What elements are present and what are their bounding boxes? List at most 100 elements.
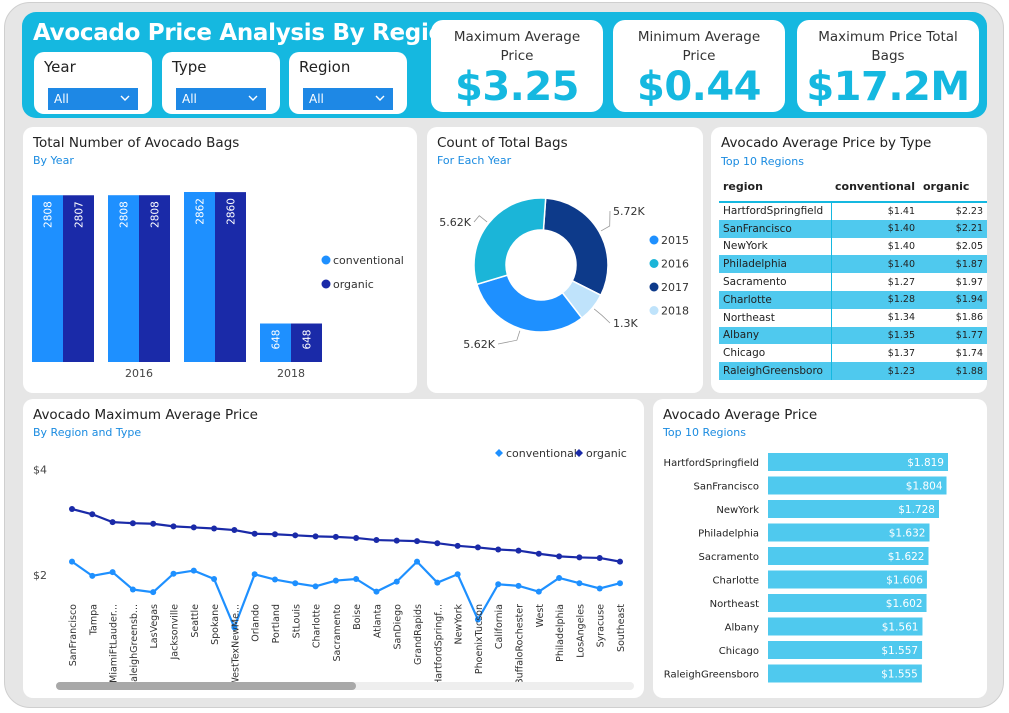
donut-leader-line xyxy=(473,215,488,223)
region-dropdown-value: All xyxy=(309,92,324,106)
category-label: RaleighGreensboro xyxy=(664,670,759,681)
region-cell: SanFrancisco xyxy=(719,219,832,238)
x-tick-label: NewYork xyxy=(454,604,465,645)
legend-marker xyxy=(649,259,659,268)
year-slicer-label: Year xyxy=(44,58,76,76)
bar-value-label: $1.819 xyxy=(907,457,944,469)
year-dropdown[interactable]: All xyxy=(48,88,138,110)
data-point-organic xyxy=(69,506,75,512)
data-point-conventional xyxy=(353,576,360,582)
bar-value-label: 2808 xyxy=(150,201,162,228)
data-point-organic xyxy=(454,542,461,549)
data-point-organic xyxy=(535,550,542,557)
data-point-conventional xyxy=(69,558,75,565)
conventional-cell: $1.27 xyxy=(887,276,915,288)
x-tick-label: Philadelphia xyxy=(555,604,566,662)
data-point-conventional xyxy=(170,570,177,577)
data-point-organic xyxy=(495,546,502,553)
region-slicer: Region All xyxy=(289,52,407,114)
legend-label: conventional xyxy=(506,447,577,460)
region-cell: Albany xyxy=(719,326,832,345)
chevron-down-icon xyxy=(248,95,258,101)
data-point-organic xyxy=(190,524,197,531)
table-row[interactable]: Northeast $1.34 $1.86 xyxy=(719,308,987,327)
type-dropdown[interactable]: All xyxy=(176,88,266,110)
donut-slice-2016 xyxy=(473,197,547,286)
table-row[interactable]: SanFrancisco $1.40 $2.21 xyxy=(719,219,987,238)
data-point-organic xyxy=(596,554,603,561)
bar-value-label: $1.561 xyxy=(882,622,919,634)
bar-value-label: $1.606 xyxy=(886,575,923,587)
data-point-organic xyxy=(251,530,258,537)
table-row[interactable]: NewYork $1.40 $2.05 xyxy=(719,237,987,256)
bar-value-label: 2862 xyxy=(195,198,207,225)
x-tick-label: Boise xyxy=(352,604,363,630)
data-point-organic xyxy=(474,544,481,551)
avg-price-hbar-chart: HartfordSpringfield $1.819 SanFrancisco $1.… xyxy=(664,453,948,683)
x-tick-label: Syracuse xyxy=(596,604,607,648)
table-row[interactable]: Chicago $1.37 $1.74 xyxy=(719,344,987,363)
data-point-organic xyxy=(515,547,522,554)
kpi-max-total-bags: Maximum Price Total Bags $17.2M xyxy=(797,20,979,112)
x-tick-label: Jacksonville xyxy=(169,604,180,661)
x-tick-label: SanDiego xyxy=(393,604,404,650)
region-cell: Chicago xyxy=(719,344,832,363)
conventional-cell: $1.35 xyxy=(831,326,919,345)
chart-subtitle: Top 10 Regions xyxy=(721,155,804,168)
bar-value-label: $1.557 xyxy=(881,645,918,657)
organic-cell: $2.05 xyxy=(955,240,983,252)
data-point-conventional xyxy=(434,579,441,586)
legend-label: 2018 xyxy=(661,305,689,318)
category-label: HartfordSpringfield xyxy=(664,458,759,469)
organic-cell: $1.77 xyxy=(919,326,987,345)
table-row[interactable]: HartfordSpringfield $1.41 $2.23 xyxy=(719,202,987,220)
data-point-organic xyxy=(617,558,623,565)
table-row[interactable]: Philadelphia $1.40 $1.87 xyxy=(719,255,987,274)
data-point-conventional xyxy=(129,586,136,593)
table-row[interactable]: Charlotte $1.28 $1.94 xyxy=(719,290,987,309)
conventional-cell: $1.28 xyxy=(831,290,919,309)
x-tick-label: RaleighGreensb... xyxy=(129,604,140,688)
data-point-organic xyxy=(393,537,400,544)
x-tick-label: West xyxy=(535,604,546,628)
donut-data-label: 5.72K xyxy=(613,205,645,218)
x-tick-label: California xyxy=(494,604,505,649)
data-point-conventional xyxy=(414,558,421,565)
panel-avg-price-region: Avocado Average Price Top 10 Regions Har… xyxy=(653,399,987,698)
region-cell: NewYork xyxy=(719,237,832,256)
x-tick-label: Atlanta xyxy=(372,604,383,638)
x-tick-label: Orlando xyxy=(251,604,262,642)
region-cell: RaleighGreensboro xyxy=(719,362,832,380)
table-row[interactable]: Sacramento $1.27 $1.97 xyxy=(719,273,987,291)
column-header[interactable]: region xyxy=(719,172,831,203)
scrollbar-thumb[interactable] xyxy=(56,682,356,690)
donut-leader-line xyxy=(600,210,611,232)
data-point-organic xyxy=(150,520,157,527)
data-point-organic xyxy=(353,534,360,541)
column-header[interactable]: organic xyxy=(919,172,987,203)
data-point-organic xyxy=(312,533,319,540)
chart-title: Avocado Average Price by Type xyxy=(721,135,932,151)
data-point-conventional xyxy=(617,580,623,587)
data-point-organic xyxy=(109,519,116,526)
table-row[interactable]: RaleighGreensboro $1.23 $1.88 xyxy=(719,362,987,380)
bar-value-label: 648 xyxy=(302,330,314,350)
column-header[interactable]: conventional xyxy=(831,172,919,203)
x-tick-label: WestTexNewMe... xyxy=(230,604,241,687)
kpi-label: Maximum Price Total Bags xyxy=(818,29,958,64)
kpi-value: $17.2M xyxy=(806,64,970,110)
x-tick-label: HartfordSpringf... xyxy=(433,604,444,686)
region-cell: Northeast xyxy=(719,308,832,327)
bags-bar-chart: 2808 2807 2808 2808 2016 2862 2860 648 648 2018 co… xyxy=(32,192,404,380)
kpi-max-avg-price: Maximum Average Price $3.25 xyxy=(431,20,603,112)
data-point-conventional xyxy=(373,588,380,595)
type-dropdown-value: All xyxy=(182,92,197,106)
table-row[interactable]: Albany $1.35 $1.77 xyxy=(719,326,987,345)
x-tick-label: SanFrancisco xyxy=(68,604,79,666)
region-dropdown[interactable]: All xyxy=(303,88,393,110)
horizontal-scrollbar[interactable] xyxy=(56,682,634,690)
data-point-organic xyxy=(414,538,421,545)
x-tick-label: PhoenixTucson xyxy=(474,604,485,674)
legend-label: 2017 xyxy=(661,281,689,294)
data-point-conventional xyxy=(596,585,603,592)
